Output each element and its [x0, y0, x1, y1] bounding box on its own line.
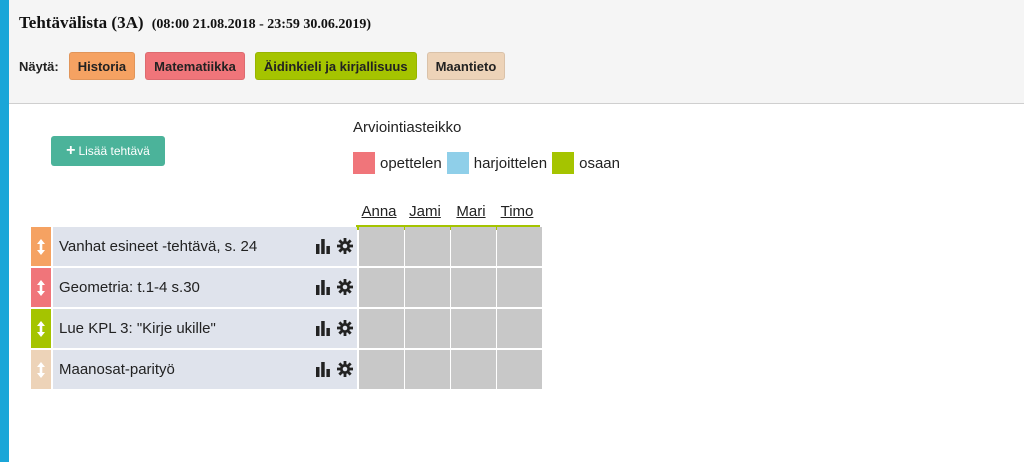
page-title-text: Tehtävälista (3A)	[19, 13, 144, 32]
task-item[interactable]: Geometria: t.1-4 s.30	[53, 268, 357, 307]
gear-icon[interactable]	[337, 238, 353, 254]
bar-chart-icon[interactable]	[315, 361, 331, 377]
task-label[interactable]: Geometria: t.1-4 s.30	[59, 268, 200, 307]
drag-handle-icon[interactable]	[31, 227, 51, 266]
gear-icon[interactable]	[337, 361, 353, 377]
legend-swatch	[353, 152, 375, 174]
assessment-cell[interactable]	[405, 350, 450, 389]
bar-chart-icon[interactable]	[315, 320, 331, 336]
task-actions	[309, 361, 353, 377]
student-link[interactable]: Anna	[356, 203, 402, 220]
bar-chart-icon[interactable]	[315, 279, 331, 295]
task-item[interactable]: Maanosat-parityö	[53, 350, 357, 389]
assessment-cell[interactable]	[405, 227, 450, 266]
legend-label: harjoittelen	[473, 154, 548, 172]
assessment-cell[interactable]	[405, 309, 450, 348]
date-range: (08:00 21.08.2018 - 23:59 30.06.2019)	[151, 17, 372, 32]
task-actions	[309, 320, 353, 336]
legend-item-harjoittelen: harjoittelen	[446, 152, 548, 174]
task-row: Geometria: t.1-4 s.30	[31, 268, 543, 307]
assessment-cell[interactable]	[497, 309, 542, 348]
legend-swatch	[552, 152, 575, 174]
left-accent-bar	[0, 0, 9, 462]
student-link[interactable]: Jami	[402, 203, 448, 220]
assessment-cell[interactable]	[359, 227, 404, 266]
assessment-cell[interactable]	[359, 309, 404, 348]
page-title: Tehtävälista (3A) (08:00 21.08.2018 - 23…	[19, 13, 371, 33]
assessment-cells	[359, 309, 543, 348]
task-row: Maanosat-parityö	[31, 350, 543, 389]
task-actions	[309, 238, 353, 254]
task-item[interactable]: Vanhat esineet -tehtävä, s. 24	[53, 227, 357, 266]
assessment-cell[interactable]	[359, 350, 404, 389]
legend-item-osaan: osaan	[552, 152, 620, 174]
task-label[interactable]: Maanosat-parityö	[59, 350, 175, 389]
assessment-cells	[359, 227, 543, 266]
assessment-cells	[359, 350, 543, 389]
drag-handle-icon[interactable]	[31, 309, 51, 348]
filter-maantieto-button[interactable]: Maantieto	[426, 52, 506, 80]
assessment-cell[interactable]	[497, 227, 542, 266]
subject-filter: Näytä: Historia Matematiikka Äidinkieli …	[19, 52, 515, 80]
filter-historia-button[interactable]: Historia	[68, 52, 136, 80]
task-row: Vanhat esineet -tehtävä, s. 24	[31, 227, 543, 266]
task-label[interactable]: Lue KPL 3: "Kirje ukille"	[59, 309, 216, 348]
assessment-cells	[359, 268, 543, 307]
task-item[interactable]: Lue KPL 3: "Kirje ukille"	[53, 309, 357, 348]
header: Tehtävälista (3A) (08:00 21.08.2018 - 23…	[9, 0, 1024, 104]
assessment-cell[interactable]	[451, 309, 496, 348]
add-task-button[interactable]: + Lisää tehtävä	[51, 136, 165, 166]
assessment-cell[interactable]	[497, 268, 542, 307]
assessment-cell[interactable]	[405, 268, 450, 307]
scale-legend: opettelen harjoittelen osaan	[353, 152, 625, 174]
bar-chart-icon[interactable]	[315, 238, 331, 254]
student-header: Anna Jami Mari Timo	[356, 203, 540, 220]
assessment-cell[interactable]	[497, 350, 542, 389]
filter-matematiikka-button[interactable]: Matematiikka	[145, 52, 245, 80]
filter-aidinkieli-button[interactable]: Äidinkieli ja kirjallisuus	[254, 52, 417, 80]
legend-label: opettelen	[380, 154, 442, 172]
assessment-cell[interactable]	[451, 350, 496, 389]
task-label[interactable]: Vanhat esineet -tehtävä, s. 24	[59, 227, 257, 266]
legend-label: osaan	[579, 154, 620, 172]
add-task-label: Lisää tehtävä	[78, 144, 150, 158]
plus-icon: +	[66, 142, 76, 159]
legend-item-opettelen: opettelen	[353, 152, 442, 174]
gear-icon[interactable]	[337, 320, 353, 336]
drag-handle-icon[interactable]	[31, 350, 51, 389]
assessment-cell[interactable]	[359, 268, 404, 307]
task-actions	[309, 279, 353, 295]
assessment-cell[interactable]	[451, 268, 496, 307]
student-link[interactable]: Mari	[448, 203, 494, 220]
task-row: Lue KPL 3: "Kirje ukille"	[31, 309, 543, 348]
drag-handle-icon[interactable]	[31, 268, 51, 307]
student-link[interactable]: Timo	[494, 203, 540, 220]
gear-icon[interactable]	[337, 279, 353, 295]
assessment-cell[interactable]	[451, 227, 496, 266]
legend-swatch	[446, 152, 469, 174]
scale-title: Arviointiasteikko	[353, 119, 462, 136]
filter-label: Näytä:	[19, 58, 59, 74]
